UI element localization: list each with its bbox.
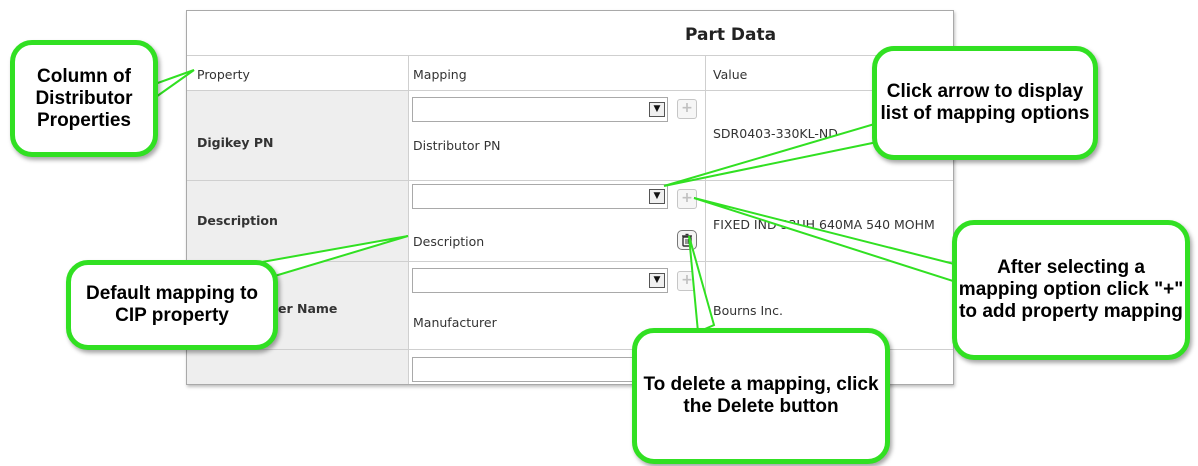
callout-default-mapping: Default mapping to CIP property [66,260,278,350]
connector-default-mapping [260,235,409,280]
connector-add-button [693,197,968,284]
callout-delete-mapping: To delete a mapping, click the Delete bu… [632,328,890,464]
connector-dropdown-arrow [663,121,889,187]
connector-delete-button [688,235,716,334]
callout-click-arrow: Click arrow to display list of mapping o… [872,46,1098,160]
callout-after-selecting: After selecting a mapping option click "… [952,220,1190,360]
callout-distributor-properties: Column of Distributor Properties [10,40,158,157]
